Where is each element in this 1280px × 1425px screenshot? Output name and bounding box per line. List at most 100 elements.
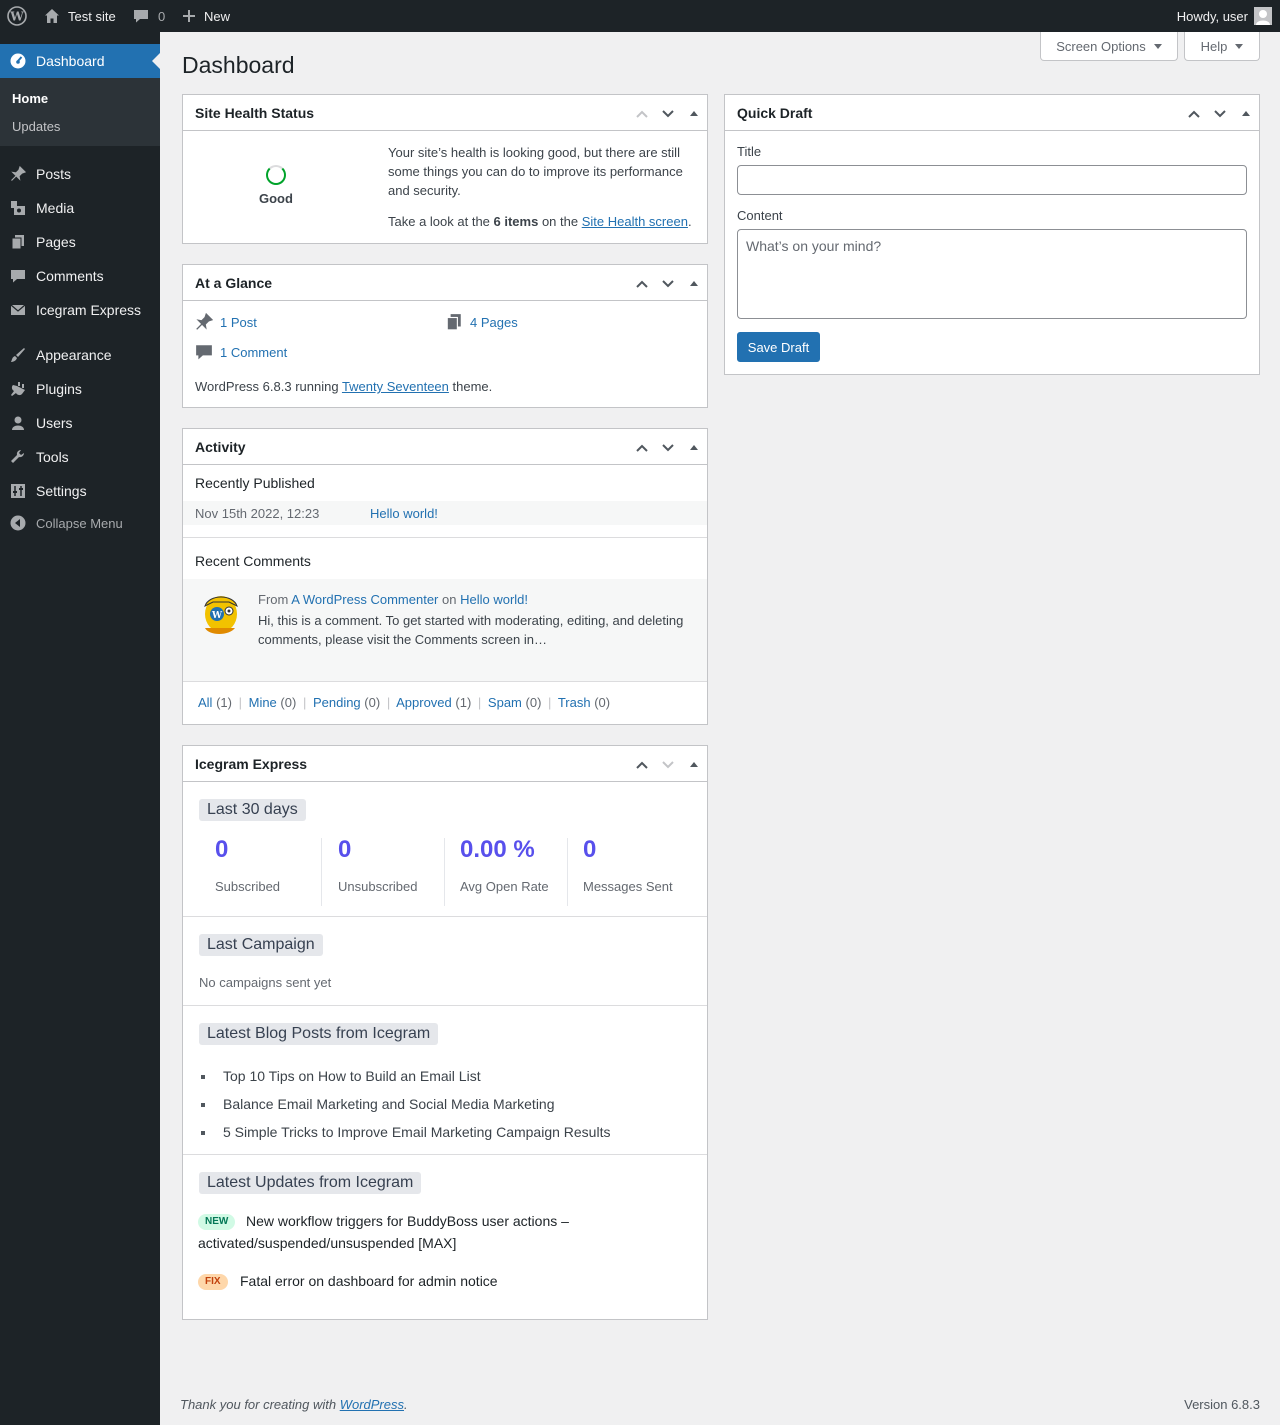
- home-icon: [45, 9, 59, 23]
- draft-content-textarea[interactable]: [737, 229, 1247, 319]
- list-bullet: [201, 1075, 205, 1079]
- filter-approved-count: (1): [455, 695, 472, 710]
- toggle-panel-icon[interactable]: [687, 277, 701, 291]
- comment-excerpt: Hi, this is a comment. To get started wi…: [258, 613, 684, 647]
- health-status-ring: [266, 165, 286, 185]
- site-health-screen-link[interactable]: Site Health screen: [582, 214, 688, 229]
- widget-title: Site Health Status: [195, 105, 315, 121]
- current-menu-arrow: [152, 53, 160, 69]
- health-look-mid: on the: [538, 214, 582, 229]
- move-up-icon[interactable]: [635, 441, 649, 455]
- menu-comments[interactable]: Comments: [0, 259, 160, 293]
- post-title-link[interactable]: Hello world!: [370, 506, 438, 521]
- glance-pages-link[interactable]: 4 Pages: [470, 315, 518, 330]
- glance-version-prefix: WordPress 6.8.3 running: [195, 379, 342, 394]
- comment-post-link[interactable]: Hello world!: [460, 592, 528, 607]
- filter-mine[interactable]: Mine: [249, 695, 277, 710]
- menu-pages[interactable]: Pages: [0, 225, 160, 259]
- health-message: Your site’s health is looking good, but …: [388, 145, 683, 198]
- widget-title: Quick Draft: [737, 105, 813, 121]
- move-down-icon[interactable]: [661, 758, 675, 772]
- menu-media-label: Media: [36, 200, 75, 216]
- widget-header: Quick Draft: [725, 95, 1259, 131]
- draft-title-input[interactable]: [737, 165, 1247, 195]
- health-look-prefix: Take a look at the: [388, 214, 494, 229]
- glance-comments-link[interactable]: 1 Comment: [220, 345, 287, 360]
- comment-meta: From A WordPress Commenter on Hello worl…: [258, 592, 528, 607]
- move-up-icon[interactable]: [635, 758, 649, 772]
- pages-icon: [446, 314, 461, 331]
- glance-posts[interactable]: 1 Post: [195, 313, 257, 331]
- move-up-icon[interactable]: [1187, 107, 1201, 121]
- submenu-home[interactable]: Home: [12, 91, 48, 106]
- site-name-link[interactable]: Test site: [44, 0, 116, 32]
- svg-text:W: W: [211, 611, 223, 621]
- comment-bubble-icon: [196, 345, 212, 360]
- wordpress-link[interactable]: WordPress: [340, 1397, 404, 1412]
- widget-title: At a Glance: [195, 275, 273, 291]
- move-down-icon[interactable]: [661, 277, 675, 291]
- wordpress-logo-icon[interactable]: W: [7, 0, 27, 32]
- stat-unsubscribed-value: 0: [338, 836, 352, 863]
- menu-users[interactable]: Users: [0, 406, 160, 440]
- footer-version: Version 6.8.3: [1184, 1397, 1260, 1412]
- filter-all[interactable]: All: [198, 695, 212, 710]
- menu-dashboard[interactable]: Dashboard: [0, 44, 160, 78]
- move-up-icon[interactable]: [635, 277, 649, 291]
- move-down-icon[interactable]: [661, 441, 675, 455]
- menu-appearance[interactable]: Appearance: [0, 338, 160, 372]
- filter-pending[interactable]: Pending: [313, 695, 361, 710]
- screen-options-button[interactable]: Screen Options: [1040, 32, 1178, 61]
- menu-posts[interactable]: Posts: [0, 157, 160, 191]
- list-bullet: [201, 1131, 205, 1135]
- filter-trash[interactable]: Trash: [558, 695, 591, 710]
- menu-tools-label: Tools: [36, 449, 69, 465]
- toggle-panel-icon[interactable]: [687, 107, 701, 121]
- move-up-icon[interactable]: [635, 107, 649, 121]
- blog-post-link[interactable]: 5 Simple Tricks to Improve Email Marketi…: [223, 1124, 610, 1140]
- divider: [183, 1154, 707, 1155]
- blog-posts-chip: Latest Blog Posts from Icegram: [199, 1023, 439, 1045]
- filter-trash-count: (0): [594, 695, 611, 710]
- move-down-icon[interactable]: [661, 107, 675, 121]
- menu-icegram-express[interactable]: Icegram Express: [0, 293, 160, 327]
- glance-pages[interactable]: 4 Pages: [445, 313, 518, 331]
- comments-link[interactable]: 0: [133, 0, 165, 32]
- new-content-link[interactable]: New: [182, 0, 230, 32]
- icegram-express-widget: Icegram Express Last 30 days 0 Subscribe…: [182, 745, 708, 1320]
- filter-mine-count: (0): [280, 695, 297, 710]
- toggle-panel-icon[interactable]: [1239, 107, 1253, 121]
- glance-posts-link[interactable]: 1 Post: [220, 315, 257, 330]
- widget-header: Icegram Express: [183, 746, 707, 782]
- submenu-updates[interactable]: Updates: [12, 119, 60, 134]
- move-down-icon[interactable]: [1213, 107, 1227, 121]
- updates-chip: Latest Updates from Icegram: [199, 1172, 422, 1194]
- menu-settings[interactable]: Settings: [0, 474, 160, 508]
- toggle-panel-icon[interactable]: [687, 758, 701, 772]
- settings-sliders-icon: [11, 484, 25, 498]
- health-status-label: Good: [259, 191, 293, 206]
- activity-widget: Activity Recently Published Nov 15th 202…: [182, 428, 708, 725]
- divider: [183, 1005, 707, 1006]
- comment-from-label: From: [258, 592, 289, 607]
- menu-media[interactable]: Media: [0, 191, 160, 225]
- collapse-menu-button[interactable]: Collapse Menu: [0, 506, 160, 540]
- commenter-link[interactable]: A WordPress Commenter: [291, 592, 438, 607]
- save-draft-button[interactable]: Save Draft: [737, 332, 820, 362]
- glance-comments[interactable]: 1 Comment: [195, 343, 287, 361]
- menu-plugins[interactable]: Plugins: [0, 372, 160, 406]
- filter-spam[interactable]: Spam: [488, 695, 522, 710]
- menu-tools[interactable]: Tools: [0, 440, 160, 474]
- blog-post-link[interactable]: Balance Email Marketing and Social Media…: [223, 1096, 555, 1112]
- glance-version-suffix: theme.: [448, 379, 493, 394]
- account-menu[interactable]: Howdy, user: [1177, 0, 1272, 32]
- help-button[interactable]: Help: [1184, 32, 1260, 61]
- theme-link[interactable]: Twenty Seventeen: [342, 379, 449, 394]
- comment-bubble-icon: [134, 10, 148, 23]
- filter-approved[interactable]: Approved: [396, 695, 452, 710]
- blog-post-link[interactable]: Top 10 Tips on How to Build an Email Lis…: [223, 1068, 481, 1084]
- user-icon: [12, 416, 24, 430]
- toggle-panel-icon[interactable]: [687, 441, 701, 455]
- comment-filters: All (1) | Mine (0) | Pending (0) | Appro…: [198, 695, 610, 710]
- widget-title: Activity: [195, 439, 246, 455]
